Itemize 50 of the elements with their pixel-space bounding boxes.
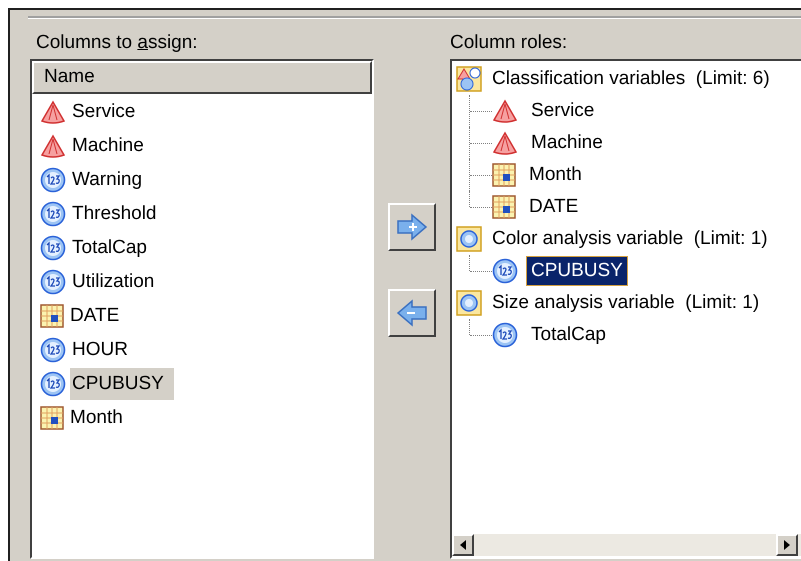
number-circle-icon: [40, 201, 66, 227]
number-circle-icon: [492, 322, 518, 348]
list-item[interactable]: Threshold: [70, 198, 158, 230]
list-item[interactable]: Month: [68, 402, 125, 434]
add-button[interactable]: [388, 203, 436, 251]
list-item[interactable]: Service: [70, 96, 138, 128]
number-circle-icon: [40, 337, 66, 363]
list-item[interactable]: CPUBUSY: [70, 368, 174, 400]
list-item[interactable]: Machine: [70, 130, 146, 162]
triangle-icon: [40, 134, 66, 158]
left-arrow-icon: [396, 299, 428, 327]
tree-group[interactable]: Size analysis variable (Limit: 1): [492, 288, 760, 318]
list-item[interactable]: Warning: [70, 164, 144, 196]
list-item[interactable]: DATE: [68, 300, 122, 332]
tree-item[interactable]: DATE: [524, 192, 584, 222]
roles-label: Column roles:: [450, 32, 568, 53]
variables-group-icon: [456, 66, 482, 92]
tree-item[interactable]: Machine: [526, 128, 608, 158]
tree-item[interactable]: Month: [524, 160, 587, 190]
number-circle-icon: [492, 258, 518, 284]
list-item[interactable]: Utilization: [70, 266, 156, 298]
number-circle-icon: [40, 269, 66, 295]
tree-item[interactable]: CPUBUSY: [526, 256, 628, 286]
calendar-icon: [40, 304, 64, 328]
right-triangle-icon: [784, 540, 790, 550]
number-circle-icon: [40, 167, 66, 193]
remove-button[interactable]: [388, 289, 436, 337]
calendar-icon: [40, 406, 64, 430]
list-item[interactable]: TotalCap: [70, 232, 149, 264]
tree-group[interactable]: Classification variables (Limit: 6): [492, 64, 770, 94]
triangle-icon: [40, 100, 66, 124]
triangle-icon: [492, 131, 518, 155]
left-triangle-icon: [460, 540, 466, 550]
number-circle-icon: [40, 235, 66, 261]
analysis-group-icon: [456, 226, 482, 252]
column-header[interactable]: Name: [32, 61, 372, 94]
number-circle-icon: [40, 371, 66, 397]
analysis-group-icon: [456, 290, 482, 316]
list-item[interactable]: HOUR: [70, 334, 130, 366]
horizontal-scrollbar[interactable]: [452, 534, 801, 556]
scroll-left-button[interactable]: [452, 534, 474, 556]
list-label: Columns to assign:: [36, 32, 198, 53]
tree-group[interactable]: Color analysis variable (Limit: 1): [492, 224, 768, 254]
right-arrow-icon: [396, 213, 428, 241]
triangle-icon: [492, 99, 518, 123]
tree-item[interactable]: TotalCap: [526, 320, 611, 350]
tree-item[interactable]: Service: [526, 96, 600, 126]
calendar-icon: [492, 195, 516, 219]
scroll-right-button[interactable]: [776, 534, 798, 556]
calendar-icon: [492, 163, 516, 187]
